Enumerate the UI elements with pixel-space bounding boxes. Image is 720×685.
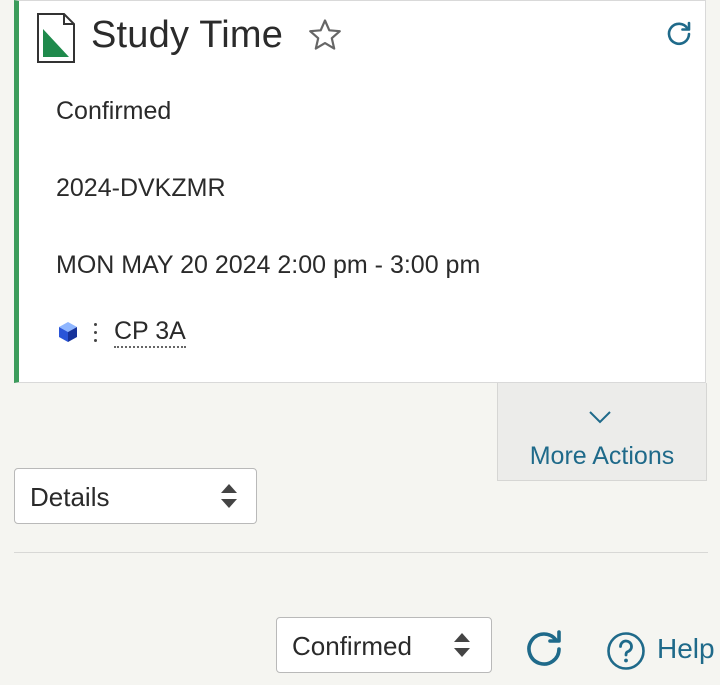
booking-card: Study Time Confirmed 2024-DVKZMR MON MAY… <box>14 0 706 383</box>
location-link[interactable]: CP 3A <box>114 316 186 348</box>
divider <box>14 552 708 553</box>
updown-icon <box>221 484 237 508</box>
booking-code: 2024-DVKZMR <box>56 174 226 202</box>
more-actions-button[interactable]: More Actions <box>497 383 707 481</box>
star-icon[interactable] <box>308 18 342 52</box>
updown-icon <box>454 633 470 657</box>
help-link[interactable]: Help <box>657 633 715 665</box>
refresh-icon[interactable] <box>665 20 693 48</box>
kebab-icon[interactable] <box>92 318 98 346</box>
booking-datetime: MON MAY 20 2024 2:00 pm - 3:00 pm <box>56 251 481 279</box>
document-icon <box>37 13 75 63</box>
card-title: Study Time <box>91 14 284 56</box>
cube-icon <box>59 322 77 342</box>
booking-page: Study Time Confirmed 2024-DVKZMR MON MAY… <box>0 0 720 685</box>
status-select-value: Confirmed <box>292 631 412 661</box>
status-select[interactable]: Confirmed <box>276 617 492 673</box>
more-actions-label: More Actions <box>529 442 675 470</box>
help-icon[interactable] <box>606 631 646 671</box>
booking-status: Confirmed <box>56 97 172 125</box>
details-select[interactable]: Details <box>14 468 257 524</box>
details-select-value: Details <box>30 482 110 512</box>
refresh-icon[interactable] <box>523 628 565 670</box>
location-row: CP 3A <box>56 315 186 349</box>
chevron-down-icon <box>589 411 611 424</box>
